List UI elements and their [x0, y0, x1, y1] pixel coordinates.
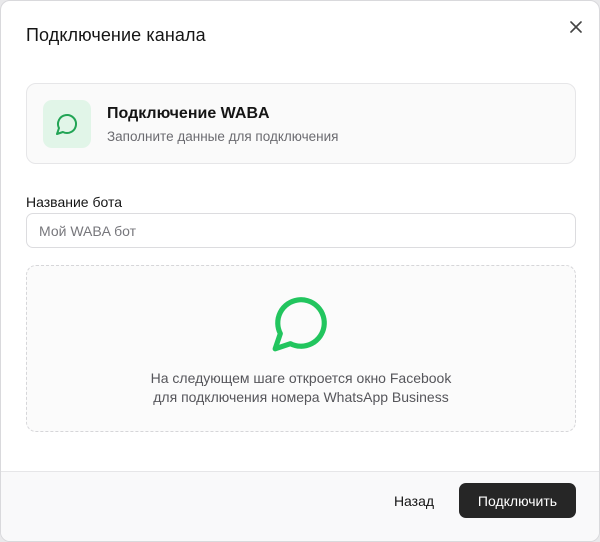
- channel-title: Подключение WABA: [107, 105, 270, 122]
- close-icon: [570, 21, 582, 33]
- channel-info-card: Подключение WABA Заполните данные для по…: [26, 83, 576, 164]
- connect-button[interactable]: Подключить: [459, 483, 576, 518]
- facebook-info-line-1: На следующем шаге откроется окно Faceboo…: [150, 370, 452, 386]
- facebook-info-panel: На следующем шаге откроется окно Faceboo…: [26, 265, 576, 432]
- connect-channel-dialog: Подключение канала Подключение WABA Запо…: [0, 0, 600, 542]
- dialog-title: Подключение канала: [26, 25, 206, 45]
- message-circle-icon: [272, 297, 327, 352]
- facebook-info-line-2: для подключения номера WhatsApp Business: [153, 389, 449, 405]
- facebook-info-text: На следующем шаге откроется окно Faceboo…: [27, 369, 575, 407]
- channel-subtitle: Заполните данные для подключения: [107, 129, 339, 144]
- message-circle-icon: [56, 114, 77, 135]
- bot-name-label: Название бота: [26, 194, 122, 210]
- channel-icon-box: [43, 100, 91, 148]
- bot-name-input[interactable]: [26, 213, 576, 248]
- back-button[interactable]: Назад: [379, 483, 449, 518]
- close-button[interactable]: [565, 16, 587, 38]
- dialog-footer: Назад Подключить: [1, 471, 599, 541]
